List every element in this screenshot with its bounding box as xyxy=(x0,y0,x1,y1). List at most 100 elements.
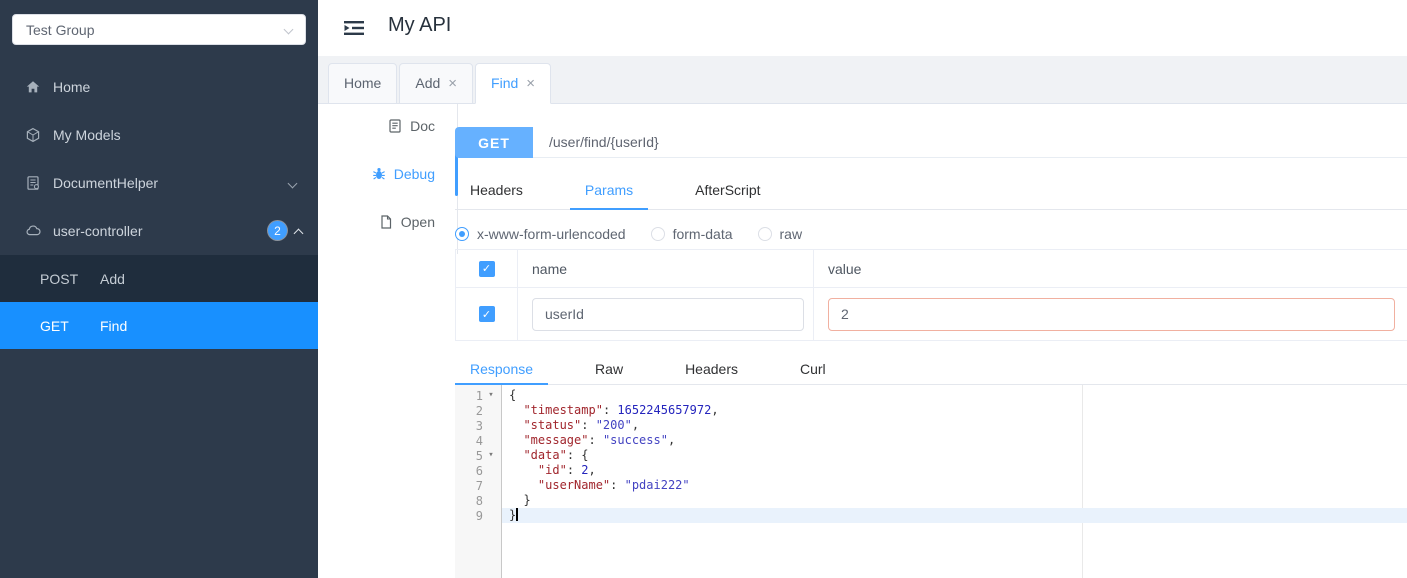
tab-doc[interactable]: Doc xyxy=(345,104,457,148)
api-name-label: Find xyxy=(100,317,128,334)
line-number: 5 xyxy=(475,448,483,463)
select-all-checkbox[interactable]: ✓ xyxy=(478,260,495,277)
radio-label: raw xyxy=(779,226,803,242)
tab-response[interactable]: Response xyxy=(455,353,549,385)
request-row: GET xyxy=(455,127,1407,158)
page-tabs: Home Add × Find × xyxy=(318,56,1407,104)
sidebar-subitem-find[interactable]: GET Find xyxy=(0,302,318,349)
gutter-line: 6 xyxy=(455,463,501,478)
open-icon xyxy=(379,215,393,229)
sidebar-item-user-controller[interactable]: user-controller 2 xyxy=(0,207,318,255)
table-row: ✓ xyxy=(456,288,1407,340)
group-select-value: Test Group xyxy=(26,21,95,38)
code-line: } xyxy=(502,508,1407,523)
params-table: ✓ name value ✓ xyxy=(455,249,1407,341)
tab-label: Debug xyxy=(393,166,435,182)
column-header-name: name xyxy=(532,260,568,277)
code-line: } xyxy=(509,493,531,507)
sidebar-item-documenthelper[interactable]: DocumentHelper xyxy=(0,159,318,207)
radio-icon xyxy=(650,227,665,241)
response-editor[interactable]: 1 ▾ 2 3 4 5 ▾ 6 7 8 9 { "timestamp": 1652245657972… xyxy=(455,385,1407,578)
sidebar-subitem-add[interactable]: POST Add xyxy=(0,255,318,302)
tab-afterscript[interactable]: AfterScript xyxy=(680,171,775,209)
radio-raw[interactable]: raw xyxy=(757,226,803,242)
request-url-input[interactable] xyxy=(533,127,1407,158)
tab-find[interactable]: Find × xyxy=(475,63,552,104)
code-line: "data": { xyxy=(523,448,589,462)
close-icon[interactable]: × xyxy=(448,76,457,91)
sidebar-menu: Home My Models DocumentHelper user-contr… xyxy=(0,63,318,255)
sidebar-item-home[interactable]: Home xyxy=(0,63,318,111)
models-icon xyxy=(25,127,41,143)
gutter-line: 8 xyxy=(455,493,501,508)
param-name-input[interactable] xyxy=(532,297,804,331)
app-window: Test Group Home My Models DocumentHelper… xyxy=(0,0,1407,578)
gutter-line: 3 xyxy=(455,418,501,433)
fold-icon[interactable]: ▾ xyxy=(483,388,499,403)
code-line: "timestamp": 1652245657972, xyxy=(523,403,719,417)
tab-raw[interactable]: Raw xyxy=(580,353,638,384)
line-number: 2 xyxy=(475,403,483,418)
code-line: "userName": "pdai222" xyxy=(537,478,690,492)
tab-headers[interactable]: Headers xyxy=(455,171,538,209)
menu-fold-icon[interactable] xyxy=(342,17,366,39)
sidebar-submenu: POST Add GET Find xyxy=(0,255,318,349)
tab-label: Add xyxy=(415,75,441,91)
doc-icon xyxy=(388,119,402,133)
radio-x-www-form-urlencoded[interactable]: x-www-form-urlencoded xyxy=(455,226,626,242)
sidebar-item-label: My Models xyxy=(53,127,121,143)
body-type-radios: x-www-form-urlencoded form-data raw xyxy=(455,221,1407,247)
top-bar: My API xyxy=(318,0,1407,56)
sidebar-item-label: DocumentHelper xyxy=(53,175,159,191)
group-select[interactable]: Test Group xyxy=(12,14,306,45)
cloud-icon xyxy=(25,223,41,239)
bug-icon xyxy=(372,167,386,181)
code-line: "message": "success", xyxy=(523,433,676,447)
sidebar-item-label: user-controller xyxy=(53,223,143,239)
line-number: 3 xyxy=(475,418,483,433)
line-number: 9 xyxy=(475,508,483,523)
chevron-down-icon xyxy=(287,178,298,189)
method-label: GET xyxy=(40,317,69,334)
tab-add[interactable]: Add × xyxy=(399,63,474,104)
api-count-badge: 2 xyxy=(268,221,287,240)
tab-label: Find xyxy=(491,75,519,91)
chevron-up-icon xyxy=(293,228,304,239)
line-number: 8 xyxy=(475,493,483,508)
tab-open[interactable]: Open xyxy=(345,200,457,244)
view-mode-tabs: Doc Debug Open xyxy=(345,104,457,248)
gutter-line: 5 ▾ xyxy=(455,448,501,463)
method-label: POST xyxy=(40,270,79,287)
request-section-tabs: Headers Params AfterScript xyxy=(455,171,1407,210)
param-value-input[interactable] xyxy=(828,297,1395,331)
response-section-tabs: Response Raw Headers Curl xyxy=(455,353,1407,385)
gutter-line: 2 xyxy=(455,403,501,418)
gutter-line: 9 xyxy=(455,508,501,523)
tab-home[interactable]: Home xyxy=(328,63,398,104)
row-checkbox[interactable]: ✓ xyxy=(478,306,495,322)
text-cursor xyxy=(516,508,518,521)
sidebar: Test Group Home My Models DocumentHelper… xyxy=(0,0,318,578)
document-icon xyxy=(25,175,41,191)
tab-params[interactable]: Params xyxy=(569,171,649,210)
params-table-header: ✓ name value xyxy=(456,250,1407,288)
editor-code: { "timestamp": 1652245657972, "status": … xyxy=(502,385,1407,578)
radio-form-data[interactable]: form-data xyxy=(650,226,733,242)
tab-curl[interactable]: Curl xyxy=(785,353,841,384)
code-line: "id": 2, xyxy=(537,463,596,477)
send-request-button[interactable]: GET xyxy=(455,127,533,158)
close-icon[interactable]: × xyxy=(526,76,535,91)
gutter-line: 4 xyxy=(455,433,501,448)
editor-gutter: 1 ▾ 2 3 4 5 ▾ 6 7 8 9 xyxy=(455,385,502,578)
home-icon xyxy=(25,79,41,95)
code-line: { xyxy=(509,388,517,402)
main-area: My API Home Add × Find × Doc Debug Open … xyxy=(318,0,1407,578)
tab-response-headers[interactable]: Headers xyxy=(670,353,753,384)
tab-debug[interactable]: Debug xyxy=(345,152,457,196)
chevron-down-icon xyxy=(283,24,294,35)
fold-icon[interactable]: ▾ xyxy=(483,448,499,463)
api-name-label: Add xyxy=(100,270,125,287)
radio-icon xyxy=(757,227,772,241)
radio-icon xyxy=(455,227,469,241)
sidebar-item-my-models[interactable]: My Models xyxy=(0,111,318,159)
